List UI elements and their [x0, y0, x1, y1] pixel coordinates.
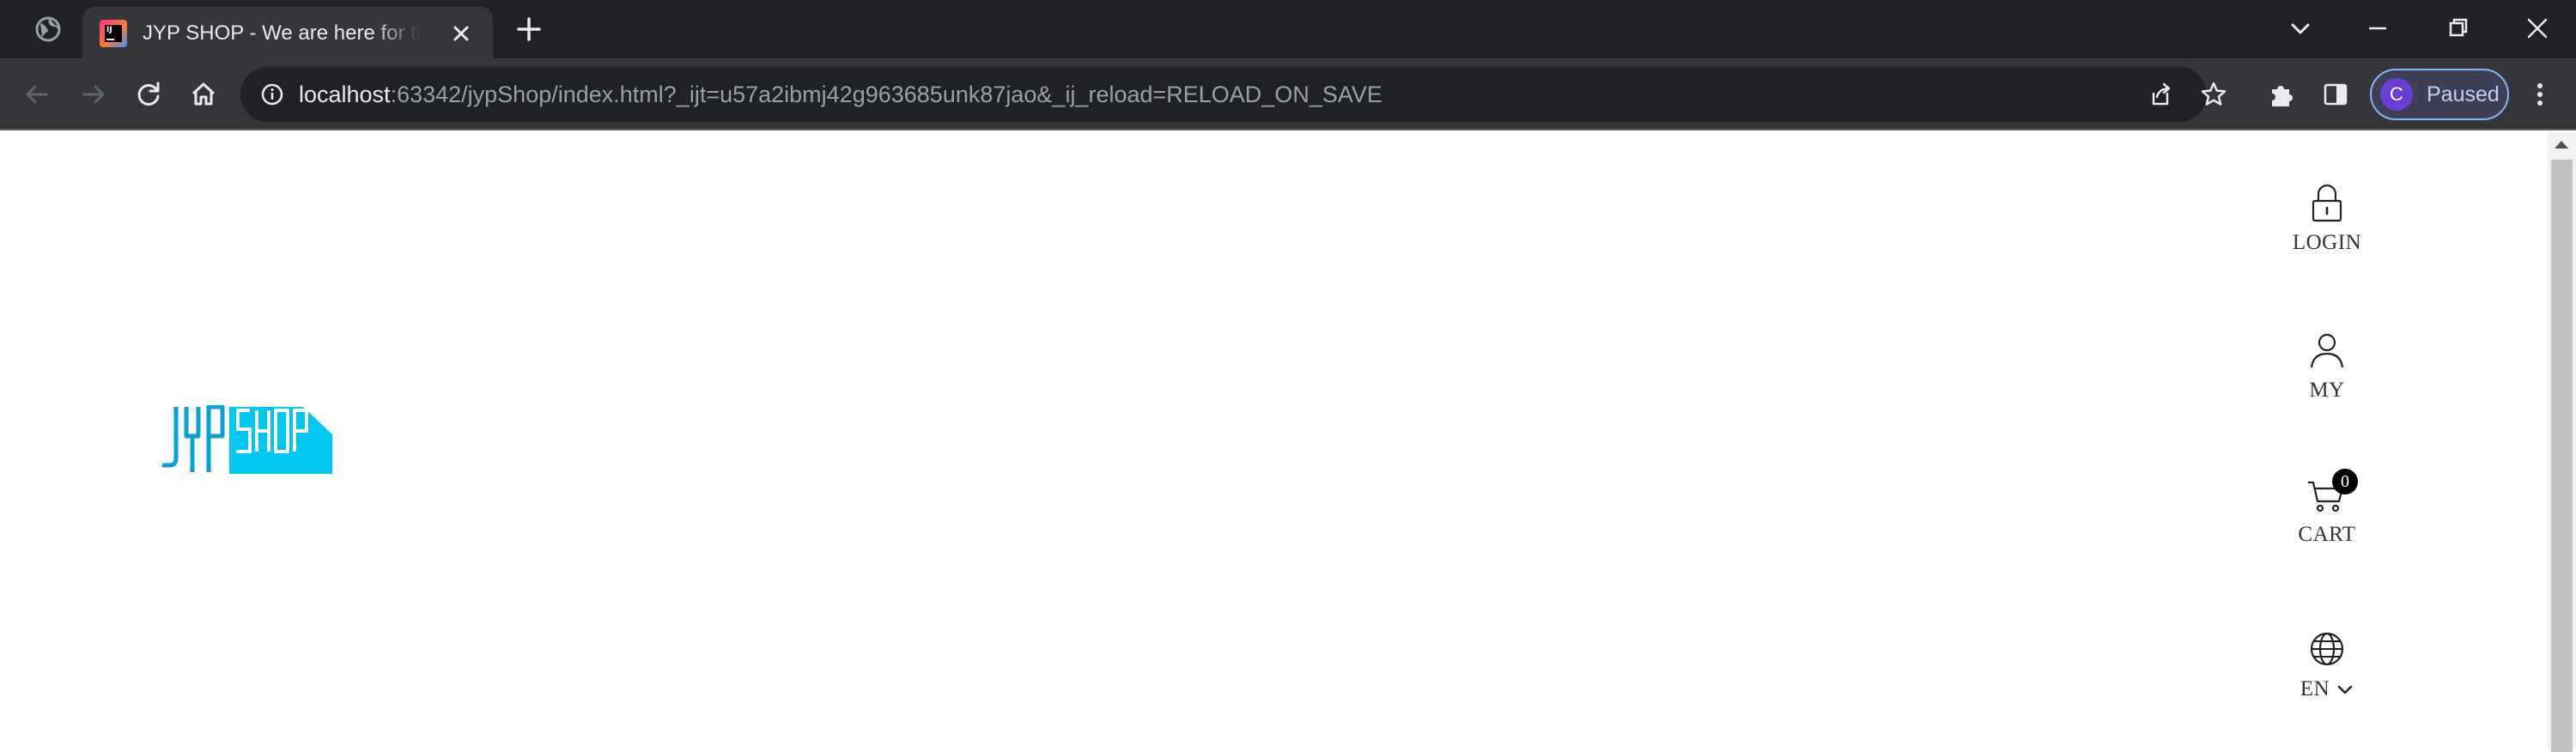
forward-arrow-icon[interactable]	[74, 75, 113, 114]
reload-icon[interactable]	[129, 75, 168, 114]
side-panel-icon[interactable]	[2320, 79, 2351, 110]
home-icon[interactable]	[184, 75, 223, 114]
cart-count-badge: 0	[2332, 469, 2358, 494]
new-tab-plus-icon[interactable]	[513, 14, 544, 45]
bookmark-star-icon[interactable]	[2198, 79, 2229, 110]
scroll-up-arrow-icon[interactable]	[2555, 141, 2568, 149]
chevron-down-icon	[2336, 676, 2354, 702]
browser-toolbar: localhost:63342/jypShop/index.html?_ijt=…	[0, 58, 2576, 130]
cart-label: CART	[2298, 523, 2356, 546]
window-close-icon[interactable]	[2518, 9, 2557, 48]
cart-icon: 0	[2306, 469, 2358, 515]
globe-icon	[2306, 628, 2348, 670]
login-link[interactable]: LOGIN	[2275, 182, 2379, 256]
user-icon	[2306, 330, 2348, 371]
window-minimize-icon[interactable]	[2358, 9, 2397, 48]
address-path: :63342/jypShop/index.html?_ijt=u57a2ibmj…	[390, 82, 1382, 107]
browser-tab-active[interactable]: IJ JYP SHOP - We are here for the fans	[82, 7, 493, 58]
language-selector[interactable]: EN	[2275, 628, 2379, 702]
my-label: MY	[2309, 379, 2345, 402]
language-label: EN	[2300, 677, 2330, 700]
tab-close-icon[interactable]	[447, 19, 476, 48]
scrollbar-thumb[interactable]	[2551, 160, 2573, 752]
my-page-link[interactable]: MY	[2275, 330, 2379, 403]
profile-avatar: C	[2380, 78, 2413, 111]
lock-icon	[2306, 182, 2348, 223]
login-label: LOGIN	[2292, 231, 2362, 254]
language-row: EN	[2300, 676, 2354, 702]
address-url[interactable]: localhost:63342/jypShop/index.html?_ijt=…	[299, 67, 1382, 122]
browser-tab-bar: IJ JYP SHOP - We are here for the fans	[0, 0, 2576, 58]
profile-button[interactable]: C Paused	[2370, 69, 2509, 120]
site-info-icon[interactable]	[259, 82, 285, 107]
profile-status-label: Paused	[2427, 82, 2500, 106]
address-bar[interactable]: localhost:63342/jypShop/index.html?_ijt=…	[240, 67, 2227, 122]
page-scrollbar[interactable]	[2548, 132, 2576, 752]
back-arrow-icon[interactable]	[17, 75, 57, 114]
share-icon[interactable]	[2145, 79, 2176, 110]
tab-search-chevron-down-icon[interactable]	[2281, 9, 2320, 48]
extensions-puzzle-icon[interactable]	[2265, 79, 2296, 110]
address-host: localhost	[299, 82, 391, 107]
tab-search-globe-icon[interactable]	[33, 14, 64, 45]
window-restore-icon[interactable]	[2439, 9, 2478, 48]
page-viewport: LOGIN MY 0 CART EN	[0, 132, 2576, 749]
tab-title: JYP SHOP - We are here for the fans	[143, 21, 421, 45]
jyp-shop-logo[interactable]	[159, 404, 332, 476]
intellij-favicon-icon: IJ	[100, 20, 127, 47]
browser-menu-kebab-icon[interactable]	[2524, 79, 2555, 110]
cart-link[interactable]: 0 CART	[2275, 469, 2379, 548]
